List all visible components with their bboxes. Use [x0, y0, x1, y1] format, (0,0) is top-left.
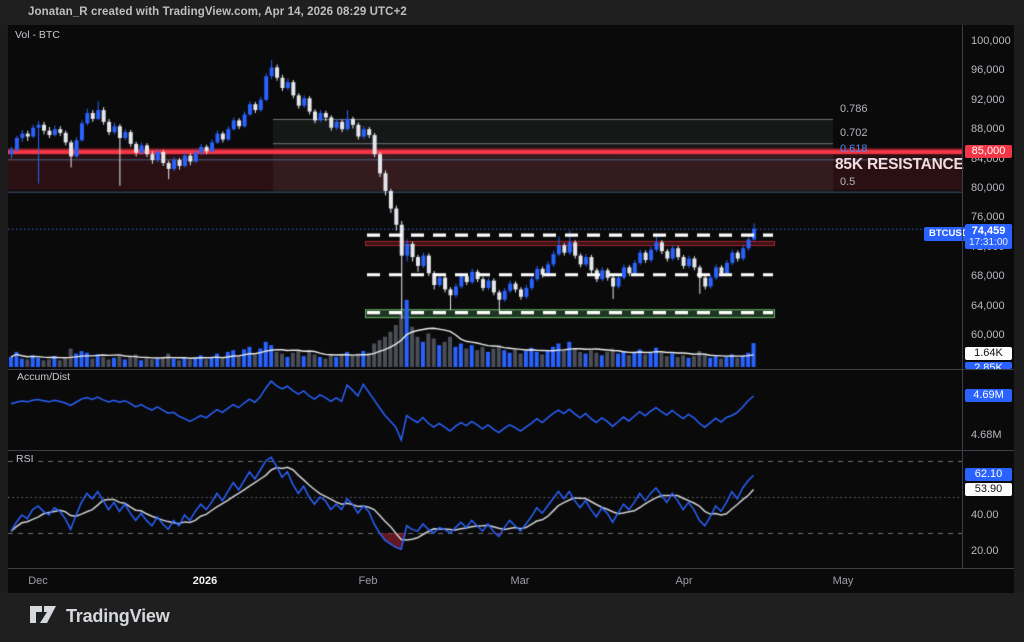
rsi-tick: 20.00	[971, 544, 999, 558]
fib-level-label: 0.786	[840, 103, 868, 115]
panel-divider[interactable]	[8, 369, 1014, 370]
price-tick: 76,000	[971, 210, 1005, 224]
volume-legend[interactable]: Vol - BTC	[12, 29, 63, 41]
panel-divider[interactable]	[8, 568, 1014, 569]
time-label: 2026	[193, 575, 217, 587]
tradingview-logo-text: TradingView	[66, 606, 170, 627]
volume-last-tag: 2.85K	[965, 362, 1012, 369]
accum-dist-tick: 4.68M	[971, 428, 1002, 442]
accum-dist-legend[interactable]: Accum/Dist	[14, 371, 73, 383]
tradingview-logo-icon	[28, 601, 58, 632]
time-label: Feb	[359, 575, 378, 587]
price-tick: 68,000	[971, 269, 1005, 283]
price-tick: 92,000	[971, 93, 1005, 107]
main-chart-canvas[interactable]	[8, 25, 962, 569]
rsi-ma-tag: 53.90	[965, 483, 1012, 496]
price-axis-pane[interactable]: 100,00096,00092,00088,00084,00080,00076,…	[962, 25, 1015, 569]
rsi-tick: 40.00	[971, 508, 999, 522]
tradingview-screenshot: { "topbar": { "attribution": "Jonatan_R …	[0, 0, 1024, 642]
fib-level-label: 0.618	[840, 143, 868, 155]
price-tick: 100,000	[971, 34, 1011, 48]
attribution-text: Jonatan_R created with TradingView.com, …	[28, 6, 407, 18]
tradingview-logo[interactable]: TradingView	[28, 601, 170, 632]
resistance-price-tag: 85,000	[965, 145, 1012, 158]
rsi-last-tag: 62.10	[965, 468, 1012, 481]
price-tick: 60,000	[971, 328, 1005, 342]
time-label: Dec	[28, 575, 48, 587]
time-label: Apr	[675, 575, 692, 587]
candle-countdown: 17:31:00	[965, 237, 1012, 248]
bottom-bar: TradingView	[0, 593, 1024, 642]
price-tick: 64,000	[971, 299, 1005, 313]
chart-window: Vol - BTC Accum/Dist RSI 0.786 0.702 0.618…	[8, 25, 1014, 593]
volume-ma-tag: 1.64K	[965, 347, 1012, 360]
last-price-tag: 74,459 17:31:00	[965, 224, 1012, 249]
resistance-annotation[interactable]: 85K RESISTANCE	[835, 156, 964, 174]
rsi-legend[interactable]: RSI	[13, 453, 37, 465]
price-tick: 96,000	[971, 63, 1005, 77]
last-price-value: 74,459	[965, 225, 1012, 237]
fib-level-label: 0.702	[840, 127, 868, 139]
panel-divider[interactable]	[8, 450, 1014, 451]
time-label: May	[833, 575, 854, 587]
price-tick: 88,000	[971, 122, 1005, 136]
accum-dist-last-tag: 4.69M	[965, 389, 1012, 402]
time-label: Mar	[511, 575, 530, 587]
time-axis[interactable]: Dec 2026 Feb Mar Apr May	[8, 569, 962, 593]
price-tick: 80,000	[971, 181, 1005, 195]
attribution-bar: Jonatan_R created with TradingView.com, …	[0, 0, 1024, 25]
fib-level-label: 0.5	[840, 176, 855, 188]
